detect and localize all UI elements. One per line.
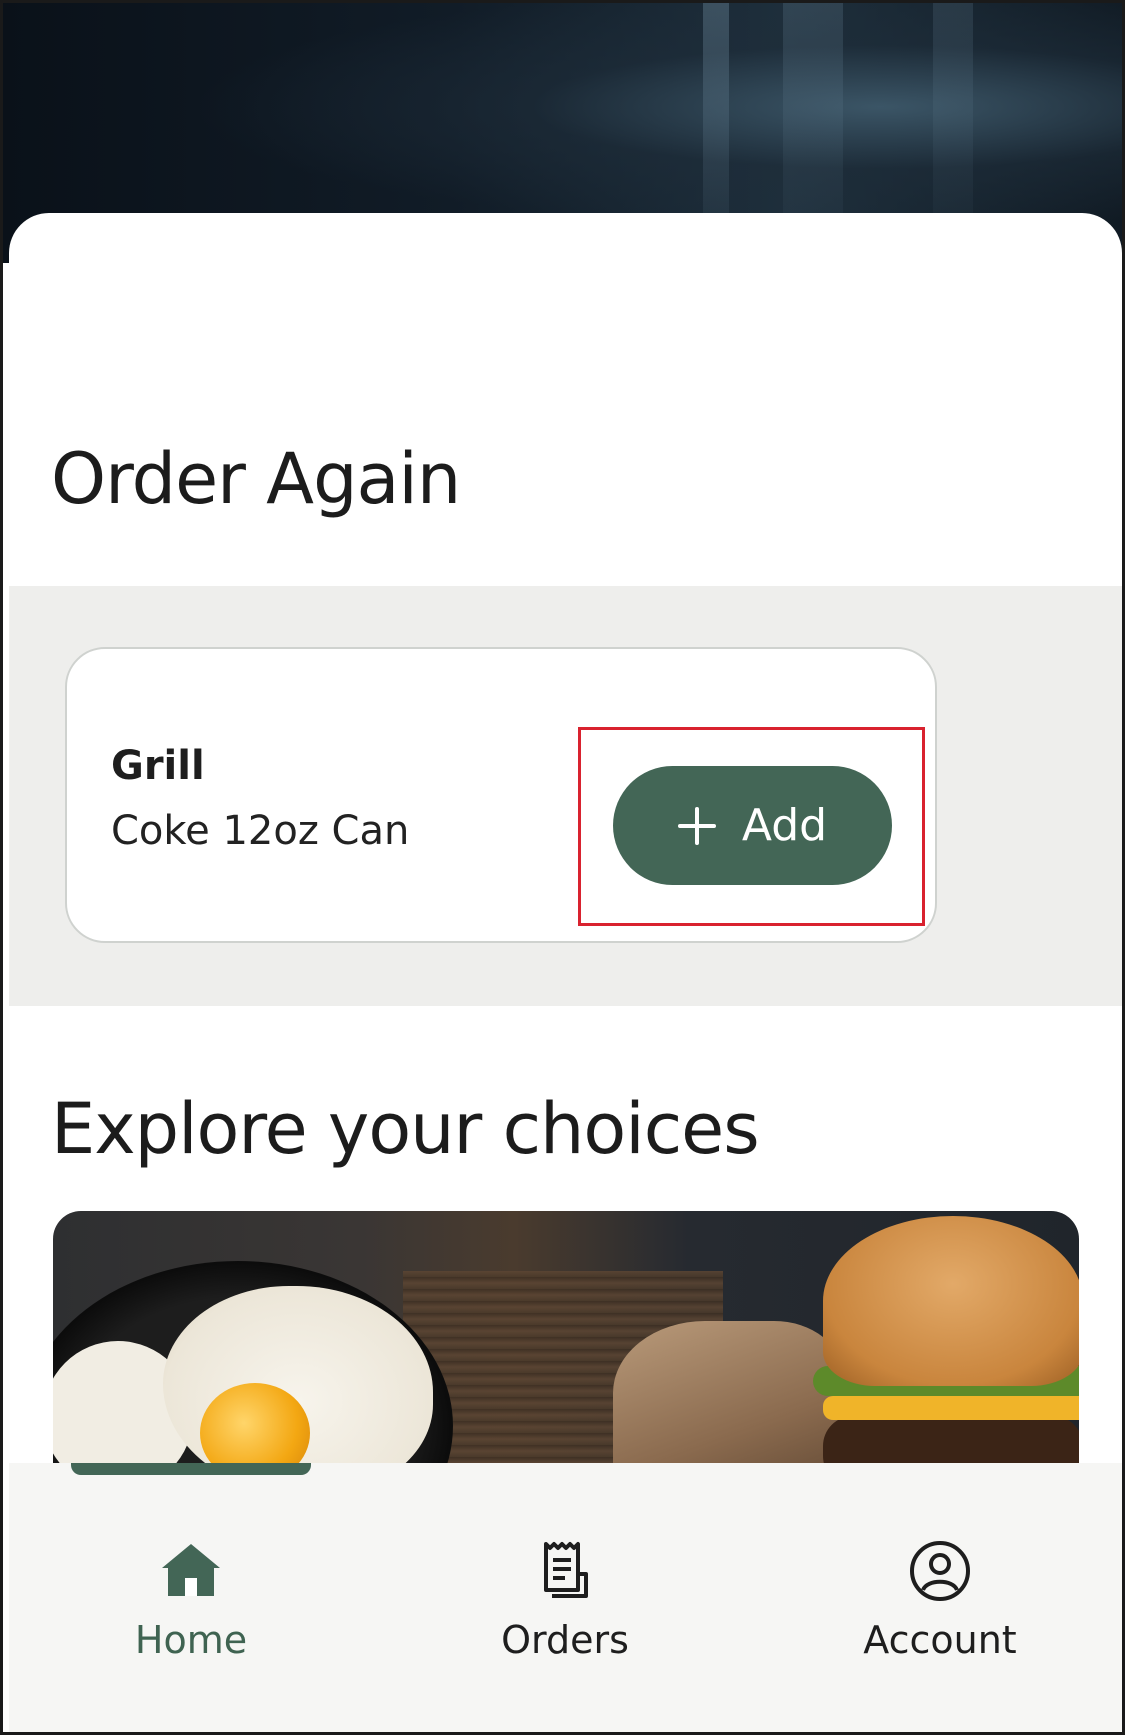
food-banner-image[interactable]: [53, 1211, 1079, 1481]
nav-item-home[interactable]: Home: [61, 1538, 321, 1688]
nav-active-indicator: [71, 1463, 311, 1475]
home-icon: [162, 1544, 220, 1596]
nav-label-account: Account: [863, 1618, 1017, 1662]
app-frame: Order Again Grill Coke 12oz Can Add Expl…: [0, 0, 1125, 1735]
receipt-icon: [544, 1542, 588, 1598]
order-item-name: Coke 12oz Can: [111, 808, 410, 854]
order-again-title: Order Again: [51, 438, 461, 520]
burger-bun: [823, 1216, 1079, 1386]
nav-label-orders: Orders: [501, 1618, 629, 1662]
fries-bag: [613, 1321, 843, 1481]
account-icon: [910, 1541, 970, 1601]
order-vendor: Grill: [111, 743, 205, 789]
burger-cheese: [823, 1396, 1079, 1420]
explore-title: Explore your choices: [51, 1088, 760, 1170]
nav-item-orders[interactable]: Orders: [435, 1538, 695, 1688]
nav-label-home: Home: [134, 1618, 248, 1662]
highlight-box: [578, 727, 925, 926]
nav-item-account[interactable]: Account: [810, 1538, 1070, 1688]
